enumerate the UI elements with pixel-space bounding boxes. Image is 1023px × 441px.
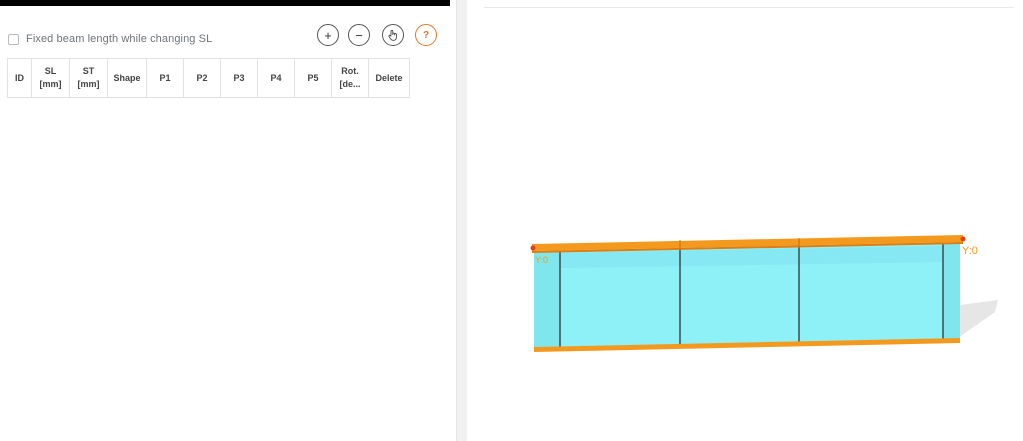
remove-button[interactable]: − [348, 24, 370, 46]
right-support-label: Y:0 [962, 245, 978, 257]
pointer-hand-icon [388, 29, 397, 41]
question-icon: ? [422, 29, 430, 41]
column-header-label: P1 [159, 72, 171, 83]
fixed-beam-length-checkbox[interactable] [8, 33, 19, 45]
column-header-label: P5 [307, 72, 319, 83]
column-header-unit: [de... [339, 79, 361, 89]
column-header-shape[interactable]: Shape [107, 58, 147, 98]
left-support-marker[interactable] [530, 245, 536, 251]
column-header-label: Shape [113, 72, 141, 83]
column-header-p3[interactable]: P3 [220, 58, 258, 98]
column-header-delete[interactable]: Delete [368, 58, 410, 98]
beam-table: ID SL [mm] ST [mm] Shape P1 P2 P3 P4 P5 … [7, 58, 410, 98]
column-header-label: P3 [233, 72, 245, 83]
column-header-unit: [mm] [39, 79, 62, 89]
top-bar [0, 0, 450, 6]
column-header-label: ST [82, 66, 95, 76]
minus-icon: − [355, 27, 363, 43]
viewer-panel[interactable] [467, 0, 1023, 441]
column-header-unit: [mm] [77, 79, 100, 89]
column-header-id[interactable]: ID [7, 58, 32, 98]
column-header-rotation[interactable]: Rot. [de... [331, 58, 369, 98]
fixed-beam-length-option[interactable]: Fixed beam length while changing SL [8, 31, 212, 47]
help-button[interactable]: ? [415, 24, 437, 46]
column-header-label: SL [44, 66, 57, 76]
column-header-label: P2 [196, 72, 208, 83]
viewer-top-border [484, 7, 1014, 8]
column-header-p4[interactable]: P4 [257, 58, 295, 98]
right-support-marker[interactable] [960, 236, 966, 242]
column-header-label: Delete [375, 72, 403, 83]
table-header-row: ID SL [mm] ST [mm] Shape P1 P2 P3 P4 P5 … [7, 58, 410, 98]
add-button[interactable]: + [317, 24, 339, 46]
column-header-p5[interactable]: P5 [294, 58, 332, 98]
column-header-st[interactable]: ST [mm] [69, 58, 108, 98]
pick-button[interactable] [382, 24, 404, 46]
left-support-label: Y:0 [535, 255, 548, 265]
column-header-p2[interactable]: P2 [183, 58, 221, 98]
column-header-label: Rot. [341, 66, 359, 76]
column-header-p1[interactable]: P1 [146, 58, 184, 98]
column-header-label: ID [15, 72, 24, 83]
beam-web-end-right [943, 243, 960, 343]
column-header-sl[interactable]: SL [mm] [31, 58, 70, 98]
column-header-label: P4 [270, 72, 282, 83]
beam-web-end-left [534, 251, 560, 350]
plus-icon: + [324, 27, 332, 43]
fixed-beam-length-label: Fixed beam length while changing SL [26, 33, 213, 45]
panel-splitter[interactable] [456, 0, 467, 441]
left-panel: Fixed beam length while changing SL + − … [0, 0, 456, 441]
